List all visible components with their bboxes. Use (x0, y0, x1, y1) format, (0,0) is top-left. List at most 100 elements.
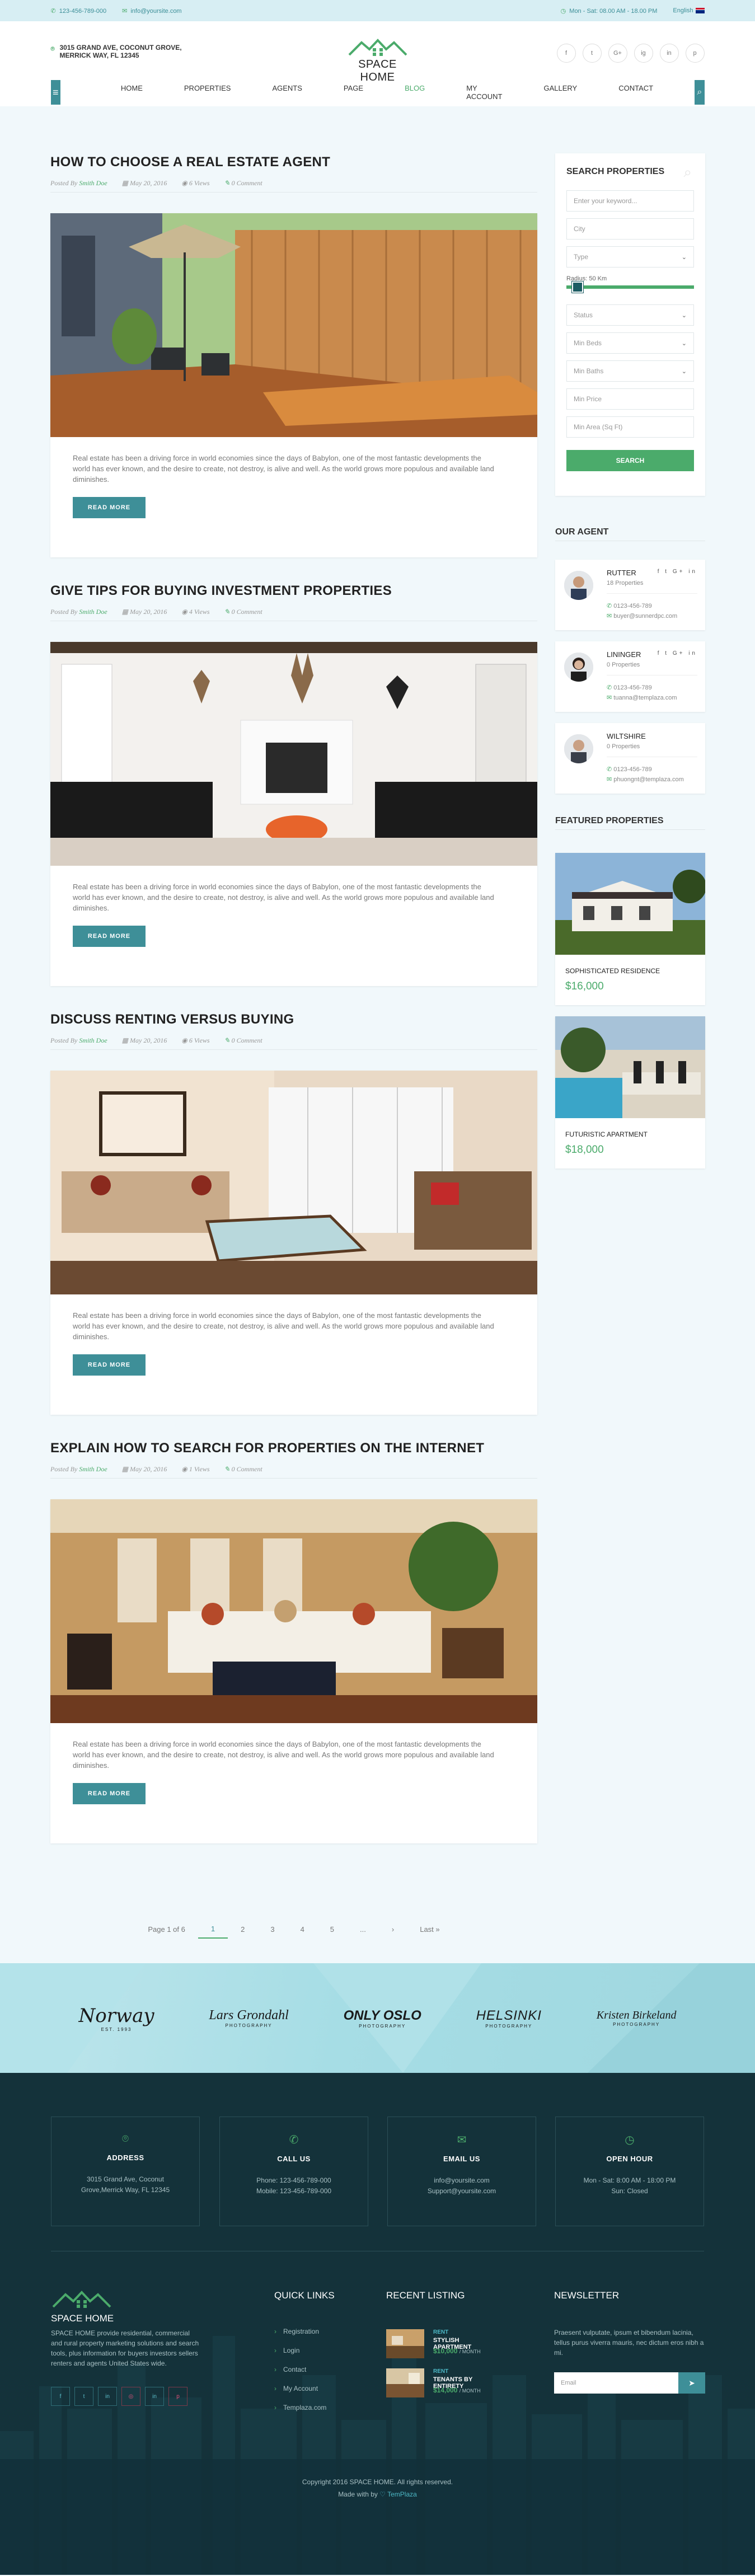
pinterest-icon[interactable]: p (168, 2387, 187, 2406)
linkedin-alt-icon[interactable]: in (145, 2387, 164, 2406)
post-author[interactable]: Smith Doe (79, 1036, 107, 1044)
quick-link-login[interactable]: Login (274, 2347, 326, 2366)
search-button[interactable]: SEARCH (566, 450, 694, 471)
next-page-link[interactable]: › (379, 1925, 407, 1938)
topbar-email[interactable]: ✉ info@yoursite.com (122, 7, 181, 15)
mail-icon: ✉ (607, 613, 614, 620)
instagram-icon[interactable]: ig (634, 44, 653, 63)
agent-name[interactable]: RUTTER (607, 569, 636, 577)
min-beds-select[interactable]: Min Beds ⌄ (566, 332, 694, 354)
linkedin-icon[interactable]: in (98, 2387, 117, 2406)
listing-thumbnail[interactable] (386, 2329, 424, 2358)
linkedin-icon[interactable]: in (659, 44, 679, 63)
nav-item-contact[interactable]: CONTACT (618, 84, 653, 101)
min-area-input[interactable]: Min Area (Sq Ft) (566, 416, 694, 438)
type-select[interactable]: Type ⌄ (566, 246, 694, 268)
agent-email[interactable]: ✉ phuongnt@templaza.com (607, 776, 684, 783)
post-author[interactable]: Smith Doe (79, 179, 107, 187)
instagram-icon[interactable]: ◎ (121, 2387, 140, 2406)
listing-thumbnail[interactable] (386, 2368, 424, 2397)
agent-card[interactable]: RUTTER f t G+ in 18 Properties ✆ 0123-45… (555, 560, 705, 630)
agent-card[interactable]: LININGER f t G+ in 0 Properties ✆ 0123-4… (555, 641, 705, 712)
nav-item-blog[interactable]: BLOG (405, 84, 425, 101)
partner-logo[interactable]: HELSINKI PHOTOGRAPHY (476, 2008, 542, 2029)
radius-slider[interactable] (566, 281, 694, 293)
keyword-input[interactable]: Enter your keyword... (566, 190, 694, 212)
twitter-icon[interactable]: t (582, 44, 602, 63)
facebook-icon[interactable]: f (51, 2387, 70, 2406)
hamburger-menu-icon[interactable]: ≡ (50, 80, 60, 105)
send-icon[interactable]: ➤ (678, 2372, 705, 2394)
blog-main: HOW TO CHOOSE A REAL ESTATE AGENT Posted… (0, 106, 755, 1963)
search-icon[interactable]: ⌕ (695, 80, 705, 105)
agent-social-icons[interactable]: f t G+ in (658, 650, 697, 656)
property-image[interactable] (555, 1016, 705, 1118)
partner-logo[interactable]: Norway EST. 1993 (79, 2005, 154, 2032)
min-baths-select[interactable]: Min Baths ⌄ (566, 360, 694, 382)
page-link-3[interactable]: 3 (257, 1925, 287, 1938)
agent-name[interactable]: LININGER (607, 650, 641, 659)
agent-social-icons[interactable]: f t G+ in (658, 569, 697, 575)
pinterest-icon[interactable]: p (685, 44, 705, 63)
page-link-4[interactable]: 4 (288, 1925, 317, 1938)
facebook-icon[interactable]: f (556, 44, 576, 63)
read-more-button[interactable]: READ MORE (73, 1783, 146, 1804)
agent-email[interactable]: ✉ tuanna@templaza.com (607, 694, 677, 701)
nav-item-properties[interactable]: PROPERTIES (184, 84, 231, 101)
property-name[interactable]: FUTURISTIC APARTMENT (565, 1130, 705, 1138)
agent-name[interactable]: WILTSHIRE (607, 732, 646, 740)
post-date: ▦ May 20, 2016 (121, 1465, 167, 1473)
featured-property-card[interactable]: SOPHISTICATED RESIDENCE $16,000 (555, 853, 705, 1005)
recent-listing-item[interactable]: RENT TENANTS BY ENTIRETY $14,000 / MONTH (386, 2368, 498, 2402)
avatar (564, 734, 593, 763)
partner-logo[interactable]: Kristen Birkeland PHOTOGRAPHY (597, 2009, 677, 2027)
nav-item-home[interactable]: HOME (121, 84, 143, 101)
nav-item-gallery[interactable]: GALLERY (543, 84, 577, 101)
language-selector[interactable]: English (673, 7, 705, 14)
post-title[interactable]: HOW TO CHOOSE A REAL ESTATE AGENT (50, 154, 537, 170)
google-plus-icon[interactable]: G+ (608, 44, 627, 63)
made-by-link[interactable]: TemPlaza (387, 2490, 417, 2498)
post-image[interactable] (50, 1071, 537, 1294)
quick-link-templaza[interactable]: Templaza.com (274, 2404, 326, 2423)
post-title[interactable]: GIVE TIPS FOR BUYING INVESTMENT PROPERTI… (50, 583, 537, 599)
post-comments: ✎ 0 Comment (224, 1036, 262, 1044)
post-image[interactable] (50, 642, 537, 866)
last-page-link[interactable]: Last » (407, 1925, 452, 1938)
nav-item-agents[interactable]: AGENTS (272, 84, 302, 101)
status-select[interactable]: Status ⌄ (566, 304, 694, 326)
page-link-1[interactable]: 1 (198, 1925, 228, 1939)
min-price-input[interactable]: Min Price (566, 388, 694, 410)
topbar-phone[interactable]: ✆ 123-456-789-000 (51, 7, 107, 15)
featured-property-card[interactable]: FUTURISTIC APARTMENT $18,000 (555, 1016, 705, 1169)
read-more-button[interactable]: READ MORE (73, 497, 146, 518)
page-link-2[interactable]: 2 (228, 1925, 257, 1938)
partner-logo[interactable]: Lars Grondahl PHOTOGRAPHY (209, 2008, 288, 2028)
page-link-5[interactable]: 5 (317, 1925, 347, 1938)
slider-handle[interactable] (572, 281, 583, 293)
twitter-icon[interactable]: t (74, 2387, 93, 2406)
post-title[interactable]: EXPLAIN HOW TO SEARCH FOR PROPERTIES ON … (50, 1441, 537, 1456)
property-name[interactable]: SOPHISTICATED RESIDENCE (565, 967, 705, 975)
post-title[interactable]: DISCUSS RENTING VERSUS BUYING (50, 1012, 537, 1027)
newsletter-email-input[interactable]: Email (554, 2372, 678, 2394)
footer-logo[interactable]: SPACE HOME (51, 2290, 124, 2324)
quick-link-contact[interactable]: Contact (274, 2366, 326, 2385)
site-logo[interactable]: SPACE HOME (342, 38, 414, 84)
agent-email[interactable]: ✉ buyer@sunnerdpc.com (607, 612, 677, 620)
city-input[interactable]: City (566, 218, 694, 240)
quick-link-registration[interactable]: Registration (274, 2328, 326, 2347)
nav-item-my-account[interactable]: MY ACCOUNT (466, 84, 502, 101)
property-image[interactable] (555, 853, 705, 955)
nav-item-page[interactable]: PAGE (344, 84, 363, 101)
post-author[interactable]: Smith Doe (79, 608, 107, 616)
recent-listing-item[interactable]: RENT STYLISH APARTMENT $10,000 / MONTH (386, 2329, 498, 2363)
read-more-button[interactable]: READ MORE (73, 1354, 146, 1376)
read-more-button[interactable]: READ MORE (73, 926, 146, 947)
partner-logo[interactable]: ONLY OSLO PHOTOGRAPHY (344, 2008, 421, 2029)
post-author[interactable]: Smith Doe (79, 1465, 107, 1473)
quick-link-my-account[interactable]: My Account (274, 2385, 326, 2404)
post-image[interactable] (50, 1499, 537, 1723)
agent-card[interactable]: WILTSHIRE 0 Properties ✆ 0123-456-789 ✉ … (555, 723, 705, 794)
post-image[interactable] (50, 213, 537, 437)
